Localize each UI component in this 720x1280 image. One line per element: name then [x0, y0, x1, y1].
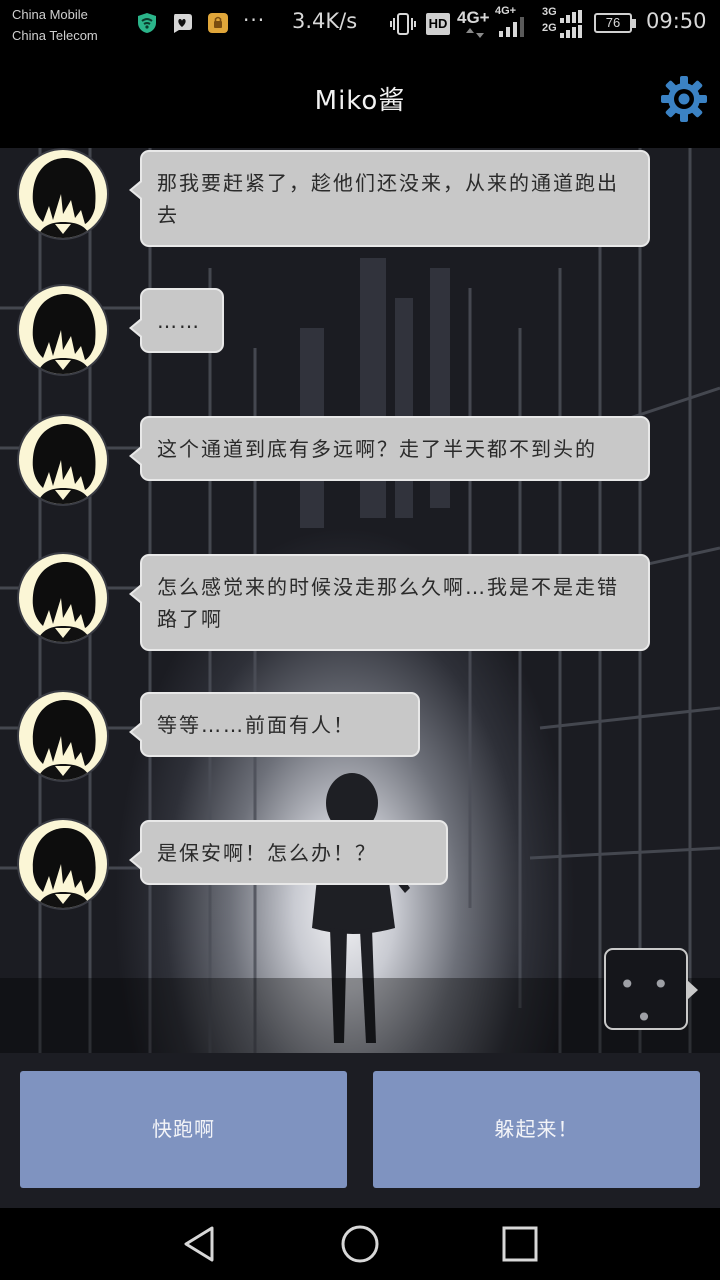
choice-hide-button[interactable]: 躲起来！	[373, 1071, 700, 1188]
avatar[interactable]	[17, 818, 109, 910]
message-bubble: 是保安啊！怎么办！？	[129, 820, 448, 885]
avatar[interactable]	[17, 552, 109, 644]
choice-run-button[interactable]: 快跑啊	[20, 1071, 347, 1188]
carrier-names: China Mobile China Telecom	[12, 4, 98, 46]
clock: 09:50	[646, 9, 707, 33]
avatar[interactable]	[17, 148, 109, 240]
network-type-1: 4G+	[457, 8, 490, 27]
avatar-girl-silhouette	[32, 294, 96, 374]
avatar-girl-silhouette	[32, 562, 96, 642]
circle-home-icon[interactable]	[340, 1224, 380, 1264]
avatar[interactable]	[17, 690, 109, 782]
avatar-girl-silhouette	[32, 424, 96, 504]
more-notifications-indicator: ···	[243, 8, 266, 32]
data-arrows-icon	[466, 28, 484, 38]
avatar[interactable]	[17, 414, 109, 506]
phone-screen: China Mobile China Telecom ··· 3.4K/s HD…	[0, 0, 720, 1280]
network-type-4: 2G	[542, 22, 557, 34]
vibrate-icon	[390, 13, 416, 35]
avatar-girl-silhouette	[32, 158, 96, 238]
message-bubble: 等等……前面有人！	[129, 692, 420, 757]
signal-strength-icon-2	[560, 10, 582, 38]
signal-strength-icon-1	[499, 17, 524, 37]
message-bubble: ……	[129, 288, 224, 353]
choice-panel: 快跑啊 躲起来！	[0, 1053, 720, 1208]
avatar-girl-silhouette	[32, 828, 96, 908]
avatar-girl-silhouette	[32, 700, 96, 780]
avatar[interactable]	[17, 284, 109, 376]
typing-dots: • • •	[619, 968, 673, 1034]
square-recents-icon[interactable]	[500, 1224, 540, 1264]
battery-tip	[632, 19, 636, 28]
triangle-back-icon[interactable]	[180, 1224, 220, 1264]
app-header: Miko酱	[0, 50, 720, 148]
gear-icon[interactable]	[660, 75, 708, 123]
carrier-1-label: China Mobile	[12, 7, 88, 22]
typing-indicator: • • •	[604, 948, 698, 1034]
chat-area[interactable]: 那我要赶紧了，趁他们还没来，从来的通道跑出去 …… 这个通道到底有多远啊？走了半…	[0, 148, 720, 1053]
lock-app-icon	[208, 13, 228, 33]
shield-icon	[138, 13, 156, 33]
network-speed: 3.4K/s	[292, 9, 358, 33]
battery-indicator: 76	[594, 13, 632, 33]
navigation-bar	[0, 1208, 720, 1280]
message-bubble: 这个通道到底有多远啊？走了半天都不到头的	[129, 416, 650, 481]
carrier-2-label: China Telecom	[12, 28, 98, 43]
heart-chat-icon	[174, 14, 192, 33]
message-bubble: 怎么感觉来的时候没走那么久啊…我是不是走错路了啊	[129, 554, 650, 651]
status-bar: China Mobile China Telecom ··· 3.4K/s HD…	[0, 0, 720, 50]
page-title: Miko酱	[314, 86, 406, 116]
message-bubble: 那我要赶紧了，趁他们还没来，从来的通道跑出去	[129, 150, 650, 247]
hd-badge: HD	[426, 13, 450, 35]
network-type-3: 3G	[542, 6, 557, 18]
